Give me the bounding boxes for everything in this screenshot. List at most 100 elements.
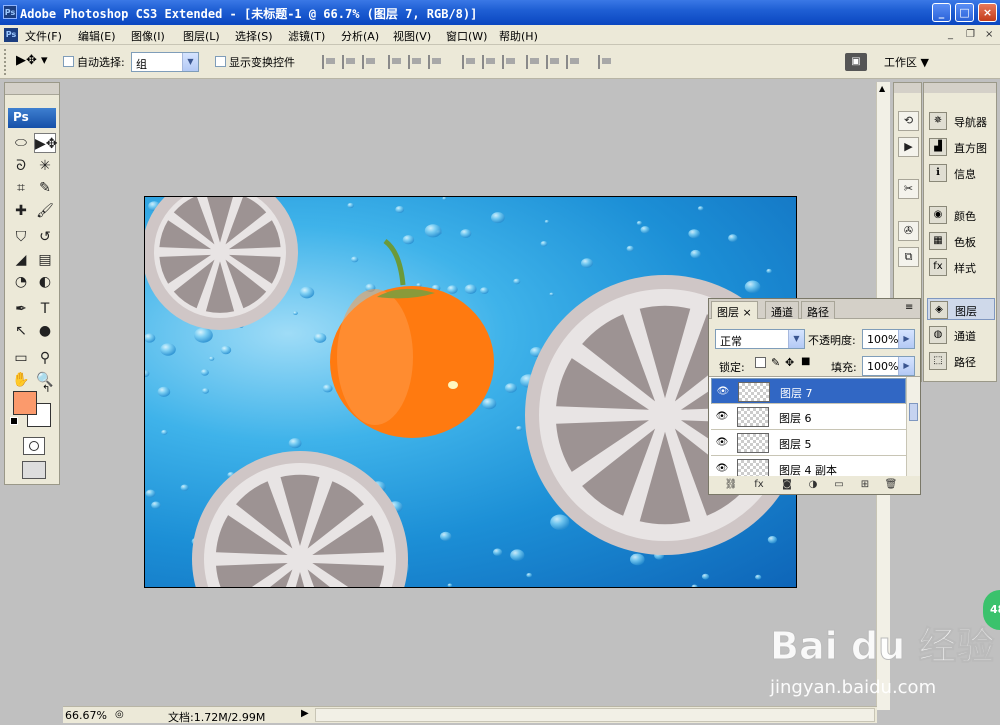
menu-layer[interactable]: 图层(L) xyxy=(183,28,220,44)
workspace-button[interactable]: 工作区 ▼ xyxy=(884,54,929,70)
screen-mode-button[interactable] xyxy=(22,461,46,479)
move-tool-preset-icon[interactable]: ▶✥ ▾ xyxy=(16,53,48,71)
healing-tool-icon[interactable]: ✚ xyxy=(10,201,32,221)
panel-menu-icon[interactable]: ≡ xyxy=(905,302,913,313)
fill-input[interactable]: 100% ▶ xyxy=(862,356,915,376)
close-button[interactable]: × xyxy=(978,3,997,22)
lock-image-icon[interactable]: ✎ xyxy=(771,356,780,369)
align-left-icon[interactable] xyxy=(388,55,402,69)
dock-panel-styles[interactable]: fx 样式 xyxy=(927,256,995,278)
marquee-tool-icon[interactable]: ⬭ xyxy=(10,133,32,153)
layer-row[interactable]: 👁 图层 4 副本 xyxy=(711,456,906,476)
menu-analysis[interactable]: 分析(A) xyxy=(341,28,379,44)
distribute-right-icon[interactable] xyxy=(566,55,580,69)
auto-align-layers-icon[interactable] xyxy=(598,55,612,69)
eye-icon[interactable]: 👁 xyxy=(715,463,729,474)
minimize-button[interactable]: _ xyxy=(932,3,951,22)
toolbox-grip[interactable] xyxy=(5,83,59,95)
maximize-button[interactable]: □ xyxy=(955,3,974,22)
dodge-tool-icon[interactable]: ◐ xyxy=(34,272,56,292)
zoom-level[interactable]: 66.67% xyxy=(65,709,107,722)
dock-panel-swatches[interactable]: ▦ 色板 xyxy=(927,230,995,252)
default-colors-icon[interactable] xyxy=(10,417,18,425)
eraser-tool-icon[interactable]: ◢ xyxy=(10,250,32,270)
dock-panels-grip[interactable] xyxy=(924,83,996,93)
menu-help[interactable]: 帮助(H) xyxy=(499,28,538,44)
stamp-tool-icon[interactable]: ⛉ xyxy=(10,227,32,247)
menu-window[interactable]: 窗口(W) xyxy=(446,28,487,44)
distribute-vcenter-icon[interactable] xyxy=(482,55,496,69)
align-vcenter-icon[interactable] xyxy=(342,55,356,69)
status-info-icon[interactable]: ◎ xyxy=(115,709,124,720)
adjustment-layer-icon[interactable]: ◑ xyxy=(805,479,821,493)
dock-panel-color[interactable]: ◉ 颜色 xyxy=(927,204,995,226)
link-layers-icon[interactable]: ⛓ xyxy=(723,479,739,493)
lasso-tool-icon[interactable]: ᘐ xyxy=(10,156,32,176)
dock-panel-histogram[interactable]: ▟ 直方图 xyxy=(927,136,995,158)
foreground-color-swatch[interactable] xyxy=(13,391,37,415)
tab-paths[interactable]: 路径 xyxy=(801,301,835,319)
history-brush-tool-icon[interactable]: ↺ xyxy=(34,227,56,247)
move-tool-icon[interactable]: ▶✥ xyxy=(34,133,58,153)
gradient-tool-icon[interactable]: ▤ xyxy=(34,250,56,270)
brush-tool-icon[interactable]: 🖌 xyxy=(34,201,56,221)
history-panel-icon[interactable]: ⟲ xyxy=(898,111,919,131)
dock-panel-paths[interactable]: ⬚ 路径 xyxy=(927,350,995,372)
delete-layer-icon[interactable]: 🗑 xyxy=(883,479,899,493)
menu-file[interactable]: 文件(F) xyxy=(25,28,62,44)
align-top-icon[interactable] xyxy=(322,55,336,69)
slice-tool-icon[interactable]: ✎ xyxy=(34,178,56,198)
dock-panel-layers[interactable]: ◈ 图层 xyxy=(927,298,995,320)
distribute-left-icon[interactable] xyxy=(526,55,540,69)
auto-select-dropdown[interactable]: 组 ▼ xyxy=(131,52,199,72)
distribute-hcenter-icon[interactable] xyxy=(546,55,560,69)
photoshop-menu-icon[interactable]: Ps xyxy=(4,28,18,42)
menu-edit[interactable]: 编辑(E) xyxy=(78,28,116,44)
crop-tool-icon[interactable]: ⌗ xyxy=(10,178,32,198)
new-layer-icon[interactable]: ⊞ xyxy=(857,479,873,493)
document-close-button[interactable]: × xyxy=(985,29,993,40)
menu-view[interactable]: 视图(V) xyxy=(393,28,431,44)
tool-presets-panel-icon[interactable]: ✂ xyxy=(898,179,919,199)
lock-transparent-icon[interactable] xyxy=(755,357,766,368)
hand-tool-icon[interactable]: ✋ xyxy=(10,370,32,390)
layer-style-icon[interactable]: fx xyxy=(751,479,767,493)
opacity-input[interactable]: 100% ▶ xyxy=(862,329,915,349)
align-right-icon[interactable] xyxy=(428,55,442,69)
scroll-up-arrow-icon[interactable]: ▲ xyxy=(879,84,885,93)
align-bottom-icon[interactable] xyxy=(362,55,376,69)
eyedropper-tool-icon[interactable]: ⚲ xyxy=(34,348,56,368)
menu-select[interactable]: 选择(S) xyxy=(235,28,273,44)
path-select-tool-icon[interactable]: ↖ xyxy=(10,321,32,341)
new-group-icon[interactable]: ▭ xyxy=(831,479,847,493)
document-horizontal-scrollbar[interactable] xyxy=(315,708,875,722)
document-canvas[interactable] xyxy=(144,196,797,588)
layer-row[interactable]: 👁 图层 7 xyxy=(711,378,906,404)
brushes-panel-icon[interactable]: ✇ xyxy=(898,221,919,241)
show-transform-checkbox[interactable] xyxy=(215,56,226,67)
photoshop-logo[interactable]: Ps xyxy=(8,108,56,128)
blend-mode-dropdown[interactable]: 正常 ▼ xyxy=(715,329,805,349)
tab-layers[interactable]: 图层 × xyxy=(711,301,758,319)
dock-panel-navigator[interactable]: ✵ 导航器 xyxy=(927,110,995,132)
status-menu-arrow-icon[interactable]: ▶ xyxy=(301,708,309,719)
quick-mask-button[interactable] xyxy=(23,437,45,455)
dock-strip-grip[interactable] xyxy=(894,83,921,93)
distribute-top-icon[interactable] xyxy=(462,55,476,69)
pen-tool-icon[interactable]: ✒ xyxy=(10,299,32,319)
menu-image[interactable]: 图像(I) xyxy=(131,28,165,44)
blur-tool-icon[interactable]: ◔ xyxy=(10,272,32,292)
actions-panel-icon[interactable]: ▶ xyxy=(898,137,919,157)
layer-row[interactable]: 👁 图层 6 xyxy=(711,404,906,430)
type-tool-icon[interactable]: T xyxy=(34,299,56,319)
menu-filter[interactable]: 滤镜(T) xyxy=(288,28,325,44)
eye-icon[interactable]: 👁 xyxy=(715,411,729,422)
layers-scrollbar[interactable] xyxy=(906,377,920,476)
layer-row[interactable]: 👁 图层 5 xyxy=(711,430,906,456)
eye-icon[interactable]: 👁 xyxy=(716,386,730,397)
swap-colors-icon[interactable]: ↰ xyxy=(42,384,50,395)
dock-panel-info[interactable]: ℹ 信息 xyxy=(927,162,995,184)
shape-tool-icon[interactable]: ● xyxy=(34,321,56,341)
tab-channels[interactable]: 通道 xyxy=(765,301,799,319)
document-restore-button[interactable]: ❐ xyxy=(966,29,975,40)
